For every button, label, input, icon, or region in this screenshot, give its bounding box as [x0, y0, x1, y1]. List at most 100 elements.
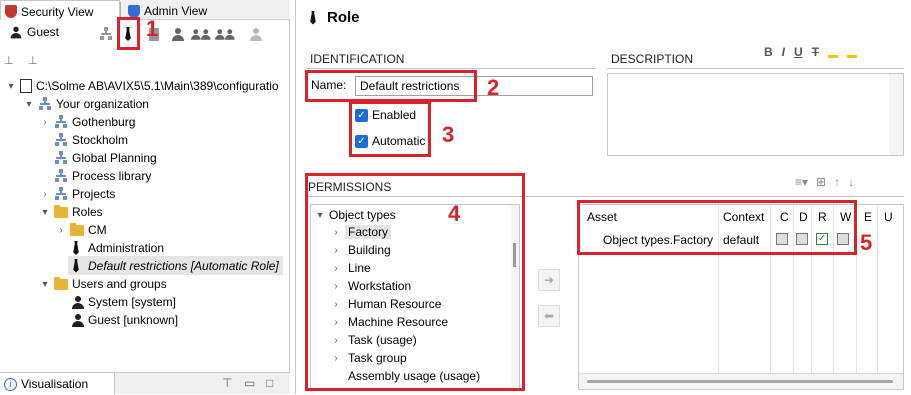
- tree-node-administration[interactable]: Administration: [72, 239, 164, 257]
- chevron-right-icon: ›: [43, 116, 47, 128]
- group-filter-icon[interactable]: [190, 24, 211, 44]
- tab-label: Security View: [21, 4, 94, 19]
- tree-node-organization[interactable]: ▾ Your organization: [24, 95, 149, 113]
- guest-label: Guest: [27, 25, 60, 39]
- description-heading: DESCRIPTION: [611, 52, 694, 66]
- column-header-u[interactable]: U: [884, 210, 893, 224]
- info-icon: i: [4, 377, 17, 391]
- org-icon: [54, 133, 68, 147]
- shield-icon: [128, 4, 140, 18]
- tree-node-label: Your organization: [56, 97, 149, 111]
- person-icon: [72, 313, 84, 327]
- divider: [306, 68, 596, 69]
- arrow-up-icon[interactable]: ↑: [834, 175, 840, 189]
- tie-icon: [310, 10, 316, 25]
- tab-security-view[interactable]: Security View: [0, 0, 120, 20]
- expand-all-icon[interactable]: ⊥: [28, 54, 44, 68]
- annotation-number-1: 1: [146, 16, 159, 41]
- tree-node-label: Administration: [88, 241, 165, 255]
- format-toolbar: B I U T: [764, 45, 858, 59]
- scrollbar-thumb[interactable]: [587, 380, 893, 383]
- highlight-icon[interactable]: [828, 46, 839, 58]
- chevron-down-icon: ▾: [42, 278, 48, 290]
- left-panel: Security View Admin View Guest ⊥ ⊥ ▾ C:\…: [0, 0, 290, 395]
- tree-node-projects[interactable]: › Projects: [40, 185, 115, 203]
- pin-icon[interactable]: ⊤: [222, 376, 232, 390]
- org-icon: [54, 115, 68, 129]
- folder-icon: [70, 222, 84, 236]
- minimize-icon[interactable]: ▭: [244, 376, 255, 390]
- remove-permission-button[interactable]: ⬅: [538, 305, 560, 327]
- shield-icon: [5, 5, 17, 18]
- guest-indicator: Guest: [10, 25, 59, 39]
- annotation-number-4: 4: [448, 201, 461, 226]
- chevron-down-icon: ▾: [42, 206, 48, 218]
- chevron-down-icon: ▾: [8, 80, 14, 92]
- tab-visualisation[interactable]: i Visualisation: [0, 373, 115, 395]
- chevron-down-icon: ▾: [26, 98, 32, 110]
- tree-node-label: Default restrictions [Automatic Role]: [88, 258, 279, 273]
- annotation-box-4: [305, 173, 525, 391]
- tree-node-guest[interactable]: Guest [unknown]: [72, 311, 178, 329]
- strikethrough-icon[interactable]: T: [812, 45, 819, 59]
- annotation-box-5: [577, 200, 857, 255]
- tree-node-label: Projects: [72, 187, 116, 201]
- annotation-box-3: [349, 101, 431, 157]
- tree-node-stockholm[interactable]: Stockholm: [54, 131, 128, 149]
- add-icon[interactable]: ⊞: [816, 175, 826, 189]
- tie-icon: [73, 241, 79, 255]
- tree-node-users-groups[interactable]: ▾ Users and groups: [40, 275, 167, 293]
- tree-node-cm[interactable]: › CM: [56, 221, 107, 239]
- grid-horizontal-scrollbar[interactable]: [579, 373, 903, 389]
- chevron-right-icon: ›: [43, 188, 47, 200]
- description-field[interactable]: [607, 73, 904, 156]
- identification-heading: IDENTIFICATION: [310, 52, 405, 66]
- annotation-box-1: [117, 17, 140, 50]
- tree-node-gothenburg[interactable]: › Gothenburg: [40, 113, 135, 131]
- page-title: Role: [327, 9, 360, 26]
- annotation-box-2: [305, 70, 477, 102]
- user-icon: [10, 26, 22, 38]
- tree-node-root[interactable]: ▾ C:\Solme AB\AVIX5\5.1\Main\389\configu…: [6, 77, 279, 95]
- editor-header: Role: [309, 9, 360, 26]
- tree-node-process-library[interactable]: Process library: [54, 167, 151, 185]
- arrow-down-icon[interactable]: ↓: [848, 175, 854, 189]
- org-icon: [38, 97, 52, 111]
- person-icon: [72, 295, 84, 309]
- org-filter-icon[interactable]: [96, 24, 116, 44]
- column-header-execute[interactable]: E: [864, 210, 872, 224]
- org-icon: [54, 187, 68, 201]
- tree-node-label: Gothenburg: [72, 115, 136, 129]
- column-divider: [877, 205, 878, 373]
- tree-node-default-restrictions[interactable]: Default restrictions [Automatic Role]: [68, 256, 283, 275]
- annotation-number-3: 3: [442, 122, 455, 147]
- org-icon: [54, 151, 68, 165]
- folder-icon: [54, 204, 68, 218]
- add-permission-button[interactable]: ➜: [538, 269, 560, 291]
- pen-icon[interactable]: [847, 46, 858, 58]
- tree-node-system[interactable]: System [system]: [72, 293, 176, 311]
- tree-node-label: Global Planning: [72, 151, 157, 165]
- tree-node-label: Stockholm: [72, 133, 129, 147]
- user-filter-icon[interactable]: [168, 24, 188, 44]
- tree-node-label: Process library: [72, 169, 152, 183]
- description-scrollbar[interactable]: [889, 74, 903, 155]
- unknown-user-icon[interactable]: [246, 24, 266, 44]
- underline-icon[interactable]: U: [794, 45, 803, 59]
- tab-label: Visualisation: [21, 377, 89, 391]
- italic-icon[interactable]: I: [782, 45, 785, 59]
- tree-node-label: C:\Solme AB\AVIX5\5.1\Main\389\configura…: [36, 79, 279, 93]
- tree-node-global-planning[interactable]: Global Planning: [54, 149, 157, 167]
- tree-node-roles[interactable]: ▾ Roles: [40, 203, 103, 221]
- tab-separator: [120, 2, 121, 18]
- permissions-toolbar: ≡▾ ⊞ ↑ ↓: [795, 175, 854, 189]
- tree-node-label: CM: [88, 223, 107, 237]
- annotation-number-2: 2: [487, 75, 500, 100]
- bold-icon[interactable]: B: [764, 45, 773, 59]
- arrow-right-icon: ➜: [543, 273, 555, 287]
- collapse-all-icon[interactable]: ⊥: [4, 54, 20, 68]
- list-options-icon[interactable]: ≡▾: [795, 175, 808, 189]
- group-filter-icon-2[interactable]: [214, 24, 235, 44]
- maximize-icon[interactable]: □: [266, 376, 273, 390]
- annotation-number-5: 5: [860, 230, 873, 255]
